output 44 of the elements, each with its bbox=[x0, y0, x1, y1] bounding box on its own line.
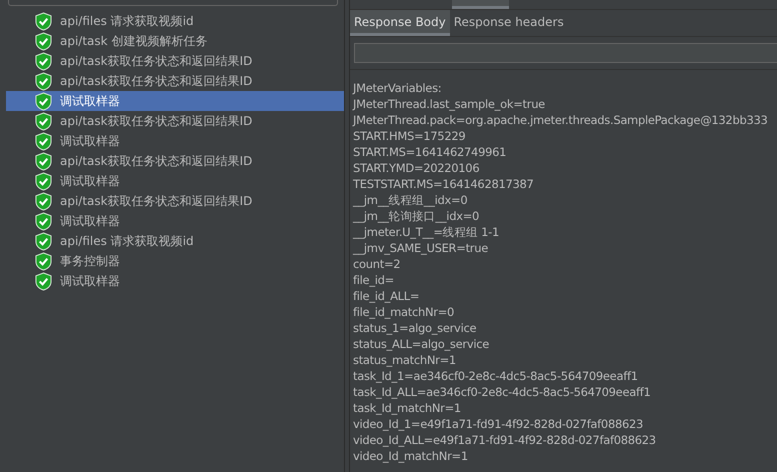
response-line: task_Id_matchNr=1 bbox=[353, 400, 462, 416]
response-line: file_id= bbox=[353, 272, 395, 288]
response-line: JMeterThread.pack=org.apache.jmeter.threads.SamplePackage@132bb333 bbox=[353, 112, 768, 128]
response-line: __jm__轮询接口__idx=0 bbox=[353, 208, 480, 224]
response-line: status_1=algo_service bbox=[353, 320, 478, 336]
search-field[interactable] bbox=[8, 0, 338, 6]
tree-item[interactable]: api/task获取任务状态和返回结果ID bbox=[6, 71, 344, 91]
tree-item[interactable]: api/task获取任务状态和返回结果ID bbox=[6, 111, 344, 131]
tree-item[interactable]: api/task获取任务状态和返回结果ID bbox=[6, 151, 344, 171]
splitter[interactable] bbox=[344, 0, 350, 472]
response-line: START.YMD=20220106 bbox=[353, 160, 480, 176]
response-line: task_Id_ALL=ae346cf0-2e8c-4dc5-8ac5-564709eeaff1 bbox=[353, 384, 652, 400]
tree-item[interactable]: api/task获取任务状态和返回结果ID bbox=[6, 51, 344, 71]
search-field[interactable] bbox=[354, 42, 777, 62]
response-line: __jmeter.U_T__=线程组 1-1 bbox=[353, 224, 500, 240]
response-line: file_id_ALL= bbox=[353, 288, 420, 304]
response-line: TESTSTART.MS=1641462817387 bbox=[353, 176, 535, 192]
tree-item[interactable]: 调试取样器 bbox=[6, 131, 344, 151]
tree-item[interactable]: api/task 创建视频解析任务 bbox=[6, 31, 344, 51]
response-line: status_ALL=algo_service bbox=[353, 336, 490, 352]
response-line: video_Id_ALL=e49f1a71-fd91-4f92-828d-027faf088623 bbox=[353, 432, 657, 448]
tree-item[interactable]: 调试取样器 bbox=[6, 91, 344, 111]
tree-item[interactable]: api/files 请求获取视频id bbox=[6, 11, 344, 31]
tab[interactable]: Response headers bbox=[450, 10, 568, 36]
tree-item[interactable]: api/files 请求获取视频id bbox=[6, 231, 344, 251]
response-line: __jmv_SAME_USER=true bbox=[353, 240, 489, 256]
response-line: START.MS=1641462749961 bbox=[353, 144, 508, 160]
tree-item[interactable]: 调试取样器 bbox=[6, 211, 344, 231]
response-line: task_Id_1=ae346cf0-2e8c-4dc5-8ac5-564709eeaff1 bbox=[353, 368, 639, 384]
tree-item[interactable]: 调试取样器 bbox=[6, 171, 344, 191]
response-line: __jm__线程组__idx=0 bbox=[353, 192, 468, 208]
tab[interactable] bbox=[452, 0, 509, 9]
tree-item[interactable]: 调试取样器 bbox=[6, 271, 344, 291]
response-line: video_Id_matchNr=1 bbox=[353, 448, 469, 464]
response-line: JMeterThread.last_sample_ok=true bbox=[353, 96, 546, 112]
response-line: START.HMS=175229 bbox=[353, 128, 466, 144]
response-line: file_id_matchNr=0 bbox=[353, 304, 456, 320]
response-line: JMeterVariables: bbox=[353, 80, 442, 96]
response-line: count=2 bbox=[353, 256, 402, 272]
response-line: video_Id_1=e49f1a71-fd91-4f92-828d-027faf088623 bbox=[353, 416, 644, 432]
response-line: status_matchNr=1 bbox=[353, 352, 457, 368]
tree-item[interactable]: api/task获取任务状态和返回结果ID bbox=[6, 191, 344, 211]
tab[interactable]: Response Body bbox=[350, 10, 450, 36]
tree-item[interactable]: 事务控制器 bbox=[6, 251, 344, 271]
